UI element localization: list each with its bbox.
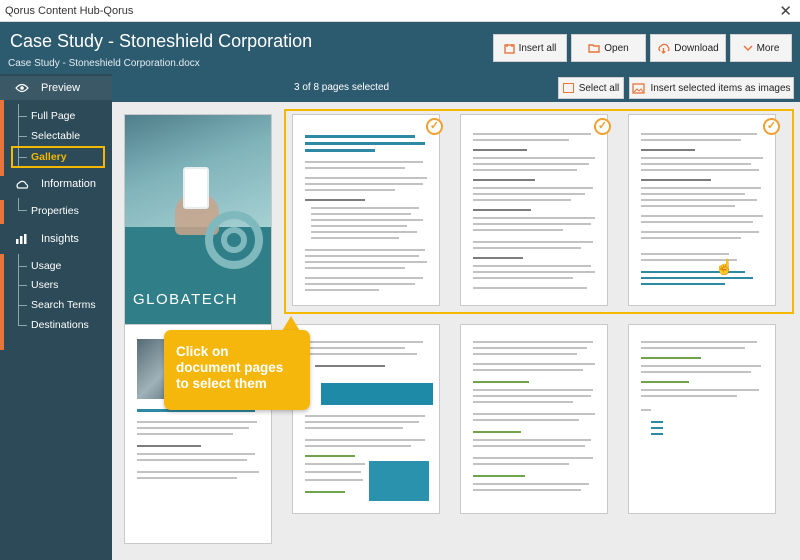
- download-icon: [658, 43, 670, 54]
- gallery-page-7[interactable]: [460, 324, 608, 514]
- page-4-check-icon[interactable]: ✓: [763, 118, 780, 135]
- insert-icon: [503, 43, 515, 54]
- download-button[interactable]: Download: [650, 34, 726, 62]
- sidebar-item-search-terms[interactable]: Search Terms: [0, 295, 112, 315]
- sidebar-item-full-page[interactable]: Full Page: [0, 106, 112, 126]
- sidebar-item-destinations[interactable]: Destinations: [0, 315, 112, 335]
- gallery-page-6[interactable]: [292, 324, 440, 514]
- cloud-icon: [16, 180, 29, 189]
- insert-selected-button[interactable]: Insert selected items as images: [629, 77, 794, 99]
- document-header: Case Study - Stoneshield Corporation Cas…: [0, 22, 800, 74]
- tooltip-text: Click on document pages to select them: [176, 344, 284, 391]
- select-all-button[interactable]: Select all: [558, 77, 624, 99]
- page-3-check-icon[interactable]: ✓: [594, 118, 611, 135]
- more-button[interactable]: More: [730, 34, 792, 62]
- hand-cursor-icon: ☝: [715, 259, 734, 276]
- instruction-tooltip: Click on document pages to select them: [164, 330, 310, 410]
- cover-brand: GLOBATECH: [133, 291, 238, 308]
- document-title: Case Study - Stoneshield Corporation: [10, 31, 313, 51]
- selection-count: 3 of 8 pages selected: [294, 82, 390, 93]
- image-icon: [632, 82, 646, 94]
- sidebar-section-information[interactable]: Information: [0, 172, 112, 196]
- gallery-highlight-box: [11, 146, 105, 168]
- phone-image: [183, 167, 209, 209]
- window-title: Qorus Content Hub-Qorus: [5, 5, 134, 17]
- sidebar-item-usage[interactable]: Usage: [0, 256, 112, 276]
- tooltip-arrow: [282, 316, 300, 331]
- folder-icon: [588, 44, 600, 53]
- chevron-down-icon: [743, 44, 753, 51]
- sidebar-item-properties[interactable]: Properties: [0, 201, 112, 221]
- sidebar-item-users[interactable]: Users: [0, 275, 112, 295]
- gallery-page-1[interactable]: GLOBATECH: [124, 114, 272, 339]
- select-all-icon: [562, 83, 574, 93]
- gallery-page-8[interactable]: [628, 324, 776, 514]
- open-button[interactable]: Open: [571, 34, 646, 62]
- sidebar-section-preview[interactable]: Preview: [0, 76, 112, 100]
- insert-all-button[interactable]: Insert all: [493, 34, 567, 62]
- window-titlebar: Qorus Content Hub-Qorus ✕: [0, 0, 800, 22]
- chart-icon: [16, 234, 27, 244]
- page-2-check-icon[interactable]: ✓: [426, 118, 443, 135]
- sidebar-section-insights[interactable]: Insights: [0, 227, 112, 251]
- close-icon[interactable]: ✕: [779, 2, 792, 20]
- sidebar-item-selectable[interactable]: Selectable: [0, 126, 112, 146]
- selection-frame: [284, 109, 794, 314]
- document-filename: Case Study - Stoneshield Corporation.doc…: [8, 58, 200, 69]
- eye-icon: [15, 83, 29, 93]
- gallery-toolbar: 3 of 8 pages selected Select all Insert …: [112, 74, 800, 102]
